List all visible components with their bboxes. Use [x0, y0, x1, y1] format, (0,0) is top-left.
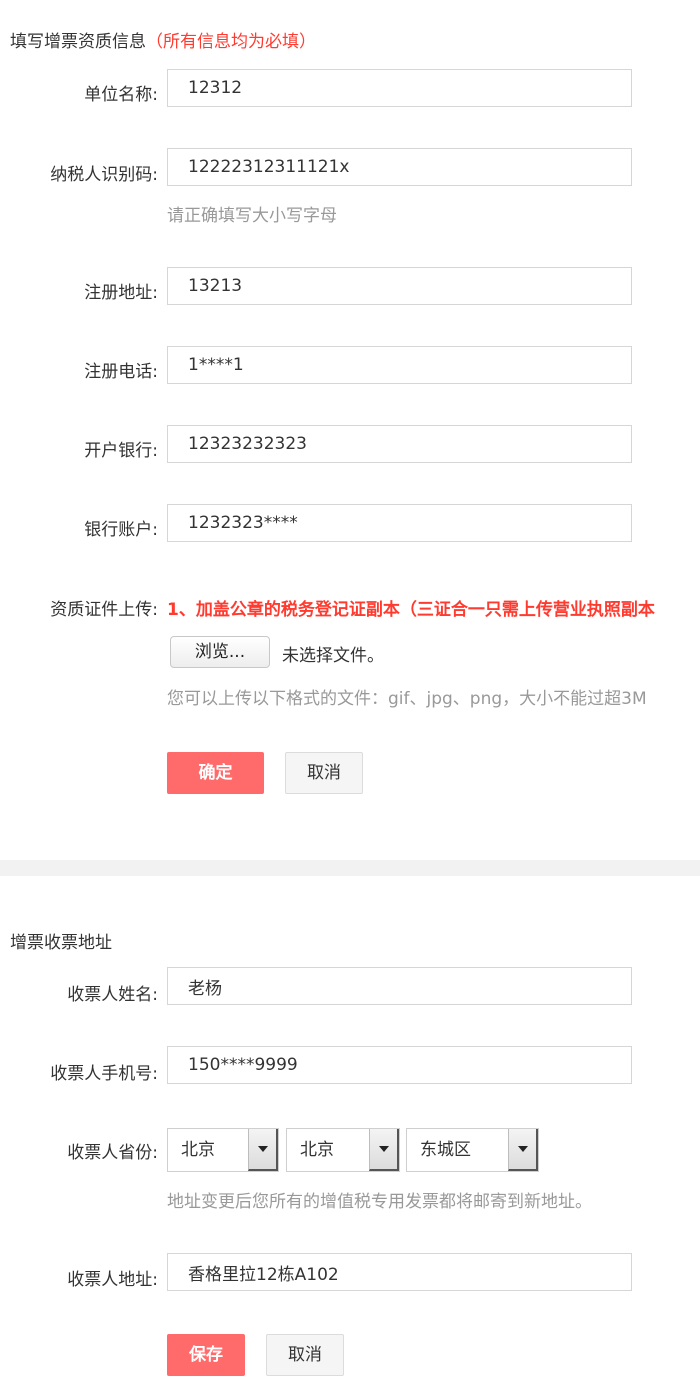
reg-phone-input[interactable] — [167, 346, 632, 384]
address-section-title: 增票收票地址 — [10, 933, 112, 953]
confirm-button[interactable]: 确定 — [167, 752, 264, 794]
recipient-phone-label: 收票人手机号: — [50, 1064, 158, 1084]
chevron-down-icon — [369, 1129, 399, 1171]
bank-label: 开户银行: — [84, 441, 158, 461]
province-label: 收票人省份: — [67, 1143, 158, 1163]
browse-button[interactable]: 浏览... — [170, 636, 270, 668]
recipient-address-label: 收票人地址: — [67, 1270, 158, 1290]
save-button[interactable]: 保存 — [167, 1334, 245, 1376]
company-name-input[interactable] — [167, 69, 632, 107]
taxpayer-id-input[interactable] — [167, 148, 632, 186]
reg-address-input[interactable] — [167, 267, 632, 305]
province-value: 北京 — [181, 1140, 215, 1160]
section-divider — [0, 860, 700, 876]
reg-address-label: 注册地址: — [84, 283, 158, 303]
address-cancel-button[interactable]: 取消 — [266, 1334, 344, 1376]
address-change-hint: 地址变更后您所有的增值税专用发票都将邮寄到新地址。 — [167, 1192, 592, 1212]
bank-account-input[interactable] — [167, 504, 632, 542]
required-note: （所有信息均为必填） — [146, 32, 316, 52]
upload-label: 资质证件上传: — [50, 600, 158, 620]
district-select[interactable]: 东城区 — [406, 1128, 539, 1172]
city-select[interactable]: 北京 — [286, 1128, 400, 1172]
taxpayer-id-label: 纳税人识别码: — [50, 165, 158, 185]
recipient-name-label: 收票人姓名: — [67, 985, 158, 1005]
chevron-down-icon — [508, 1129, 538, 1171]
upload-note: 1、加盖公章的税务登记证副本（三证合一只需上传营业执照副本 — [167, 600, 655, 620]
invoice-section-title: 填写增票资质信息（所有信息均为必填） — [10, 27, 316, 52]
upload-hint: 您可以上传以下格式的文件：gif、jpg、png，大小不能过超3M — [167, 689, 647, 709]
district-value: 东城区 — [420, 1140, 471, 1160]
reg-phone-label: 注册电话: — [84, 362, 158, 382]
file-status: 未选择文件。 — [282, 646, 384, 666]
bank-input[interactable] — [167, 425, 632, 463]
taxpayer-id-hint: 请正确填写大小写字母 — [167, 206, 337, 226]
recipient-phone-input[interactable] — [167, 1046, 632, 1084]
bank-account-label: 银行账户: — [84, 520, 158, 540]
province-select[interactable]: 北京 — [167, 1128, 279, 1172]
company-name-label: 单位名称: — [84, 85, 158, 105]
city-value: 北京 — [300, 1140, 334, 1160]
chevron-down-icon — [248, 1129, 278, 1171]
recipient-address-input[interactable] — [167, 1253, 632, 1291]
section-title-text: 填写增票资质信息 — [10, 32, 146, 52]
recipient-name-input[interactable] — [167, 967, 632, 1005]
cancel-button[interactable]: 取消 — [285, 752, 363, 794]
